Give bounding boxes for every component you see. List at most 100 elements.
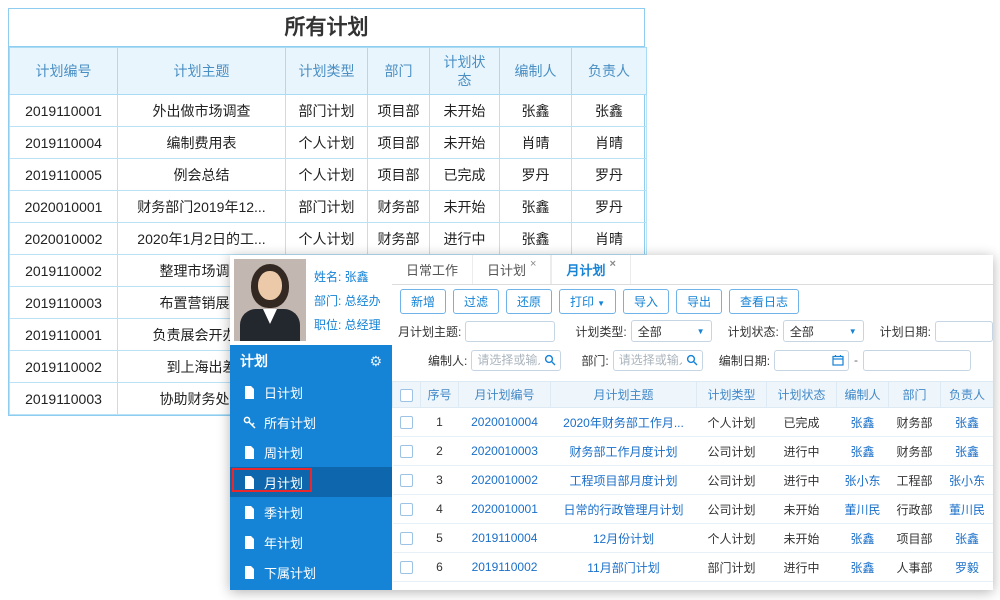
table-cell[interactable]: 日常的行政管理月计划 [550,494,697,524]
checkbox-cell[interactable] [392,436,421,466]
table-cell[interactable]: 董川民 [836,494,889,524]
print-button[interactable]: 打印 ▼ [559,288,616,314]
table-cell[interactable]: 12月份计划 [550,523,697,553]
row-checkbox[interactable] [400,532,413,546]
tab-daily-work[interactable]: 日常工作 [392,255,474,284]
table-cell[interactable]: 张鑫 [836,436,889,466]
cell-link[interactable]: 2020010003 [471,444,538,458]
table-cell[interactable]: 张小东 [940,465,993,495]
table-cell[interactable]: 2020年财务部工作月... [550,407,697,437]
tab-day-plan[interactable]: 日计划 × [473,255,552,284]
cell-link[interactable]: 2020010001 [471,502,538,516]
search-icon[interactable] [686,354,698,366]
subject-input[interactable] [465,320,556,342]
created-date-end-input[interactable] [863,349,972,371]
table-cell[interactable]: 张鑫 [940,407,993,437]
table-cell[interactable]: 2020010003 [458,436,551,466]
table-cell[interactable]: 2019110002 [458,552,551,582]
checkbox-cell[interactable] [392,465,421,495]
type-select[interactable]: 全部 ▼ [630,320,712,342]
table-cell[interactable]: 2019110004 [458,523,551,553]
table-cell[interactable]: 11月部门计划 [550,552,697,582]
table-cell[interactable]: 张鑫 [836,552,889,582]
sidebar-item-week-plan[interactable]: 周计划 [230,437,392,467]
table-cell[interactable]: 张鑫 [940,436,993,466]
cell-link[interactable]: 财务部工作月度计划 [569,445,677,459]
cell-link[interactable]: 张鑫 [850,445,874,459]
column-header: 月计划主题 [550,381,697,408]
table-cell[interactable]: 2020010001 [458,494,551,524]
checkbox-cell[interactable] [392,552,421,582]
export-button[interactable]: 导出 [676,288,723,314]
plan-date-input[interactable] [935,320,993,342]
table-cell: 行政部 [888,494,941,524]
status-select[interactable]: 全部 ▼ [782,320,864,342]
table-cell[interactable]: 罗毅 [940,552,993,582]
column-header: 月计划编号 [458,381,551,408]
cell-link[interactable]: 罗毅 [955,561,979,575]
cell-link[interactable]: 2020010004 [471,415,538,429]
close-icon[interactable]: × [530,258,536,270]
cell-link[interactable]: 董川民 [844,503,880,517]
cell-link[interactable]: 张鑫 [850,532,874,546]
table-cell[interactable]: 2020010004 [458,407,551,437]
cell-link[interactable]: 2020010002 [471,473,538,487]
tab-month-plan[interactable]: 月计划 × [551,255,631,284]
cell-link[interactable]: 董川民 [949,503,985,517]
row-checkbox[interactable] [400,445,413,459]
cell-link[interactable]: 工程项目部月度计划 [569,474,677,488]
table-cell[interactable]: 2020010002 [458,465,551,495]
table-cell[interactable]: 张鑫 [940,523,993,553]
cell-link[interactable]: 2019110004 [472,531,538,545]
sidebar-item-quarter-plan[interactable]: 季计划 [230,497,392,527]
close-icon[interactable]: × [609,258,615,270]
table-cell[interactable]: 张小东 [836,465,889,495]
chevron-down-icon: ▼ [597,298,605,308]
cell-link[interactable]: 张鑫 [955,445,979,459]
sidebar-item-month-plan[interactable]: 月计划 [230,467,392,497]
table-cell[interactable]: 张鑫 [836,407,889,437]
sidebar-item-day-plan[interactable]: 日计划 [230,377,392,407]
view-log-button[interactable]: 查看日志 [729,288,800,314]
sidebar-item-subordinate-plan[interactable]: 下属计划 [230,557,392,587]
gear-icon[interactable]: ⚙ [369,353,382,370]
row-checkbox[interactable] [400,503,413,517]
row-checkbox[interactable] [400,561,413,575]
cell-link[interactable]: 张鑫 [955,532,979,546]
sidebar-item-year-plan[interactable]: 年计划 [230,527,392,557]
cell-link[interactable]: 12月份计划 [593,532,654,546]
cell-link[interactable]: 张小东 [844,474,880,488]
checkbox-cell[interactable] [392,407,421,437]
cell-link[interactable]: 张小东 [949,474,985,488]
checkbox-cell[interactable] [392,494,421,524]
created-date-filter-label: 编制日期: [718,353,771,368]
search-icon[interactable] [544,354,556,366]
avatar [234,259,306,341]
table-cell[interactable]: 财务部工作月度计划 [550,436,697,466]
checkbox-header[interactable] [392,381,421,408]
document-icon [242,505,256,519]
import-button[interactable]: 导入 [622,288,669,314]
table-cell[interactable]: 工程项目部月度计划 [550,465,697,495]
table-cell[interactable]: 张鑫 [836,523,889,553]
cell-link[interactable]: 11月部门计划 [587,561,659,575]
checkbox-cell[interactable] [392,523,421,553]
row-checkbox[interactable] [400,474,413,488]
add-button[interactable]: 新增 [400,288,447,314]
row-checkbox[interactable] [400,416,413,430]
cell-link[interactable]: 张鑫 [850,561,874,575]
sidebar-item-all-plans[interactable]: 所有计划 [230,407,392,437]
filter-button[interactable]: 过滤 [453,288,500,314]
calendar-icon[interactable] [832,354,844,366]
table-cell[interactable]: 董川民 [940,494,993,524]
reset-button[interactable]: 还原 [506,288,553,314]
table-cell: 进行中 [766,465,837,495]
plan-app-window: 姓名: 张鑫 部门: 总经办 职位: 总经理 计划 ⚙ 日计划 所有计划 周计划… [230,255,993,590]
cell-link[interactable]: 2020年财务部工作月... [563,416,684,430]
cell-link[interactable]: 2019110002 [472,560,538,574]
cell-link[interactable]: 张鑫 [955,416,979,430]
table-cell: 进行中 [429,222,500,256]
cell-link[interactable]: 日常的行政管理月计划 [563,503,683,517]
cell-link[interactable]: 张鑫 [850,416,874,430]
select-all-checkbox[interactable] [400,388,413,402]
